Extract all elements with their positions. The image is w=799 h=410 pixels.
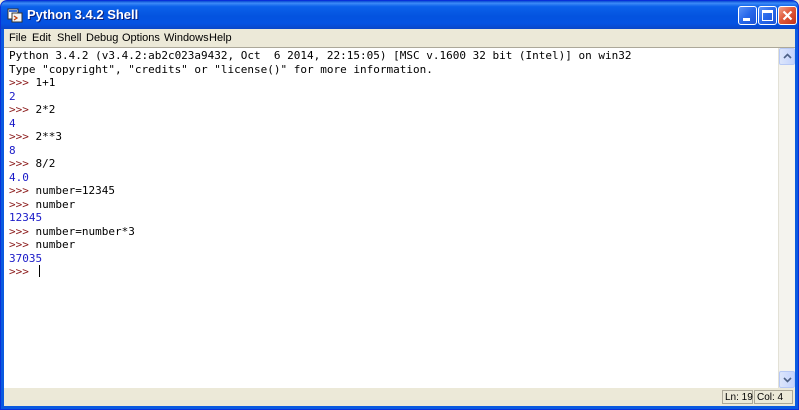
menu-shell[interactable]: Shell (57, 31, 81, 45)
window-title: Python 3.4.2 Shell (27, 7, 139, 22)
banner-line: Python 3.4.2 (v3.4.2:ab2c023a9432, Oct 6… (9, 49, 778, 63)
output-text: 12345 (9, 211, 43, 224)
menu-debug[interactable]: Debug (86, 31, 118, 45)
scroll-down-button[interactable] (779, 371, 795, 388)
output-line: 2 (9, 90, 778, 104)
prompt: >>> (9, 130, 36, 143)
output-text: 8 (9, 143, 16, 157)
input-text: 2**3 (35, 130, 63, 143)
text-cursor (38, 265, 40, 277)
menu-options[interactable]: Options (122, 31, 160, 45)
prompt: >>> (9, 224, 36, 238)
idle-shell-window: Python 3.4.2 Shell File Edit Shell Debug… (0, 0, 799, 410)
prompt: >>> (9, 76, 36, 89)
menu-file[interactable]: File (9, 31, 27, 45)
prompt: >>> (9, 103, 36, 116)
input-line: >>> number=number*3 (9, 225, 778, 239)
close-button[interactable] (778, 6, 797, 25)
python-idle-icon[interactable] (7, 7, 23, 23)
vertical-scrollbar[interactable] (778, 48, 795, 388)
prompt: >>> (9, 157, 36, 170)
output-line: 8 (9, 144, 778, 158)
input-text: 2*2 (35, 103, 56, 116)
output-text: 4 (9, 116, 16, 130)
title-bar[interactable]: Python 3.4.2 Shell (1, 1, 798, 29)
shell-editor[interactable]: Python 3.4.2 (v3.4.2:ab2c023a9432, Oct 6… (4, 47, 795, 388)
input-line: >>> 2**3 (9, 130, 778, 144)
status-bar: Ln: 19 Col: 4 (4, 388, 795, 406)
prompt: >>> (9, 265, 36, 278)
input-text: number (35, 197, 76, 211)
input-text: 8/2 (35, 157, 56, 170)
banner-line: Type "copyright", "credits" or "license(… (9, 63, 778, 77)
banner-text: Python 3.4.2 (v3.4.2:ab2c023a9432, Oct 6… (9, 49, 632, 62)
chevron-down-icon (783, 377, 792, 383)
input-line: >>> 8/2 (9, 157, 778, 171)
menu-edit[interactable]: Edit (32, 31, 51, 45)
output-line: 12345 (9, 211, 778, 225)
prompt: >>> (9, 238, 36, 251)
menu-bar: File Edit Shell Debug Options Windows He… (4, 29, 795, 47)
input-text: number=12345 (35, 184, 115, 197)
input-text: 1+1 (35, 76, 56, 89)
input-text: number=number*3 (35, 224, 135, 238)
maximize-button[interactable] (758, 6, 777, 25)
status-line-number: Ln: 19 (722, 390, 753, 404)
input-line: >>> (9, 265, 778, 279)
input-line: >>> number (9, 238, 778, 252)
output-line: 37035 (9, 252, 778, 266)
status-column-number: Col: 4 (754, 390, 793, 404)
menu-windows[interactable]: Windows (164, 31, 209, 45)
menu-help[interactable]: Help (209, 31, 232, 45)
output-text: 37035 (9, 251, 43, 265)
input-line: >>> 2*2 (9, 103, 778, 117)
minimize-icon (743, 18, 750, 21)
input-text: number (35, 238, 76, 251)
banner-text: Type "copyright", "credits" or "license(… (9, 62, 433, 76)
minimize-button[interactable] (738, 6, 757, 25)
shell-text-area[interactable]: Python 3.4.2 (v3.4.2:ab2c023a9432, Oct 6… (4, 48, 778, 388)
prompt: >>> (9, 184, 36, 197)
input-line: >>> number=12345 (9, 184, 778, 198)
close-icon (782, 10, 793, 21)
window-client-area: File Edit Shell Debug Options Windows He… (4, 29, 795, 406)
chevron-up-icon (783, 53, 792, 59)
output-text: 4.0 (9, 170, 29, 184)
scroll-up-button[interactable] (779, 48, 795, 65)
input-line: >>> 1+1 (9, 76, 778, 90)
output-line: 4.0 (9, 171, 778, 185)
input-line: >>> number (9, 198, 778, 212)
prompt: >>> (9, 197, 36, 211)
output-line: 4 (9, 117, 778, 131)
output-text: 2 (9, 89, 16, 103)
